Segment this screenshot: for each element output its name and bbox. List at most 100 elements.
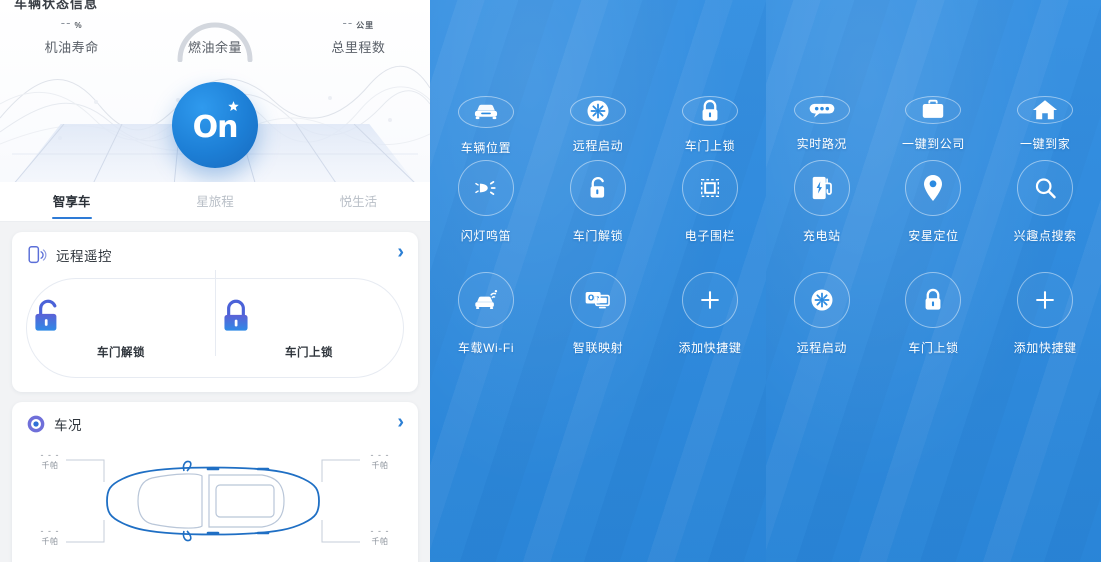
card-vehicle-status-head: 车况 (26, 414, 404, 434)
quick-action-label: 车载Wi-Fi (457, 341, 515, 355)
app-cards: 远程遥控 › 车门解锁 车门上锁 车况 › - - - 千帕 - - - 千帕 … (0, 222, 430, 562)
vehicle-metrics: --% 机油寿命 燃油余量 -- 公里 总里程数 (0, 16, 430, 62)
metric-odometer-value: -- 公里 (342, 15, 375, 31)
card-vehicle-status-chevron[interactable]: › (397, 412, 404, 432)
quick-action-label: 充电站 (802, 229, 841, 243)
tire-pressure-rear-left: - - - 千帕 (40, 526, 60, 546)
app-tabs: 智享车 星旅程 悦生活 (0, 182, 430, 222)
star-icon (228, 101, 239, 112)
remote-actions: 车门解锁 车门上锁 (26, 270, 404, 378)
quick-action-label: 添加快捷键 (678, 341, 742, 355)
quick-action-label: 兴趣点搜索 (1013, 229, 1077, 243)
quick-action-label: 一键到公司 (901, 137, 965, 151)
lock-icon (926, 288, 941, 310)
screenshot-root: 车辆状态信息 -- % 机油寿命 燃油余量 -- 公里 总里程数 On 智享车 … (0, 0, 1103, 562)
remote-action-lock-label: 车门上锁 (285, 347, 333, 359)
quick-action-geofence[interactable]: 电子围栏 (654, 152, 766, 264)
quick-action-circle: On (570, 272, 626, 328)
geofence-icon (700, 178, 720, 198)
hero-title: 车辆状态信息 (14, 0, 99, 11)
quick-action-remote-start-2[interactable]: 远程启动 (766, 264, 878, 376)
card-vehicle-status[interactable]: 车况 › - - - 千帕 - - - 千帕 - - - 千帕 - - - 千帕 (12, 402, 418, 562)
key-fob-icon (28, 246, 47, 264)
quick-action-door-lock[interactable]: 车门上锁 (654, 0, 766, 153)
home-icon (1033, 100, 1058, 120)
quick-action-label: 电子围栏 (684, 229, 736, 243)
tire-pressure-rear-right: - - - 千帕 (370, 526, 390, 546)
metric-odometer-label: 总里程数 (331, 40, 386, 55)
traffic-icon (809, 103, 835, 118)
quick-actions-grid-middle: 车辆位置 远程启动 车门上锁 闪灯鸣笛 车门解锁 电子围栏 车载Wi-Fi On… (430, 0, 766, 562)
map-pin-icon (924, 175, 943, 201)
quick-action-charging-station[interactable]: 充电站 (766, 152, 878, 264)
fuel-gauge-icon (177, 22, 253, 62)
quick-action-screen-mirror[interactable]: On 智联映射 (542, 264, 654, 376)
car-wifi-icon (475, 289, 498, 309)
quick-action-satellite-positioning[interactable]: 安星定位 (878, 152, 990, 264)
quick-action-vehicle-location[interactable]: 车辆位置 (430, 0, 542, 155)
quick-action-label: 智联映射 (572, 341, 624, 355)
tab-yueshenghuo[interactable]: 悦生活 (287, 182, 430, 221)
quick-action-poi-search[interactable]: 兴趣点搜索 (989, 152, 1101, 264)
car-front-icon (474, 104, 498, 120)
quick-action-remote-start[interactable]: 远程启动 (542, 0, 654, 153)
quick-action-door-lock-2[interactable]: 车门上锁 (878, 264, 990, 376)
quick-action-circle (458, 96, 514, 128)
tab-zhixiangche[interactable]: 智享车 (0, 182, 143, 221)
plus-icon (1036, 291, 1055, 309)
card-vehicle-status-title: 车况 (54, 418, 82, 433)
metric-oil-life-value: --% (60, 15, 83, 31)
quick-action-label: 一键到家 (1019, 137, 1071, 151)
quick-action-label: 闪灯鸣笛 (460, 229, 512, 243)
briefcase-icon (923, 99, 944, 118)
card-remote-control-title: 远程遥控 (56, 249, 112, 264)
tire-pressure-front-left: - - - 千帕 (40, 450, 60, 470)
quick-action-add-shortcut[interactable]: 添加快捷键 (654, 264, 766, 376)
quick-action-car-wifi[interactable]: 车载Wi-Fi (430, 264, 542, 376)
metric-odometer[interactable]: -- 公里 总里程数 (287, 16, 430, 56)
unlock-icon (590, 177, 605, 198)
quick-action-live-traffic[interactable]: 实时路况 (766, 0, 878, 152)
remote-action-unlock-label: 车门解锁 (97, 347, 145, 359)
metric-oil-life[interactable]: --% 机油寿命 (0, 16, 143, 56)
onstar-logo: On (172, 82, 258, 168)
remote-start-icon (811, 289, 833, 311)
quick-action-to-home[interactable]: 一键到家 (989, 0, 1101, 152)
quick-action-circle (570, 96, 626, 126)
quick-action-circle (905, 96, 962, 124)
quick-action-circle (793, 272, 850, 328)
horn-lights-icon (475, 181, 496, 195)
vehicle-hero: 车辆状态信息 -- % 机油寿命 燃油余量 -- 公里 总里程数 On 智享车 … (0, 0, 430, 222)
onstar-logo-text: On (192, 109, 239, 145)
tab-xinglvcheng[interactable]: 星旅程 (143, 182, 286, 221)
quick-action-to-office[interactable]: 一键到公司 (878, 0, 990, 152)
quick-action-circle (905, 272, 962, 328)
quick-action-label: 远程启动 (796, 341, 848, 355)
quick-actions-panel-middle: 车辆位置 远程启动 车门上锁 闪灯鸣笛 车门解锁 电子围栏 车载Wi-Fi On… (430, 0, 766, 562)
quick-action-add-shortcut-2[interactable]: 添加快捷键 (989, 264, 1101, 376)
screen-mirror-icon: On (585, 292, 610, 309)
lock-icon (702, 99, 718, 121)
quick-action-circle (1017, 96, 1074, 124)
quick-action-door-unlock[interactable]: 车门解锁 (542, 152, 654, 264)
quick-actions-panel-right: 实时路况 一键到公司 一键到家 充电站 安星定位 兴趣点搜索 远程启动 车门上锁… (766, 0, 1101, 562)
quick-action-circle (458, 272, 514, 328)
quick-action-circle (1017, 272, 1074, 328)
vehicle-status-icon (27, 415, 45, 433)
quick-action-circle (1017, 160, 1074, 216)
card-remote-control[interactable]: 远程遥控 › 车门解锁 车门上锁 (12, 232, 418, 392)
remote-action-unlock[interactable]: 车门解锁 (27, 296, 215, 360)
quick-action-flash-horn[interactable]: 闪灯鸣笛 (430, 152, 542, 264)
lock-icon (224, 299, 248, 331)
quick-action-circle (458, 160, 514, 216)
card-remote-control-head: 远程遥控 (26, 244, 404, 266)
quick-action-circle (682, 272, 738, 328)
metric-fuel-level[interactable]: 燃油余量 (143, 16, 286, 62)
search-icon (1035, 177, 1056, 198)
card-remote-control-chevron[interactable]: › (397, 242, 404, 262)
quick-action-label: 车门上锁 (908, 341, 959, 355)
tire-pressure-front-right: - - - 千帕 (370, 450, 390, 470)
remote-action-lock[interactable]: 车门上锁 (215, 270, 403, 360)
metric-oil-life-label: 机油寿命 (44, 40, 99, 55)
quick-action-circle (793, 160, 850, 216)
